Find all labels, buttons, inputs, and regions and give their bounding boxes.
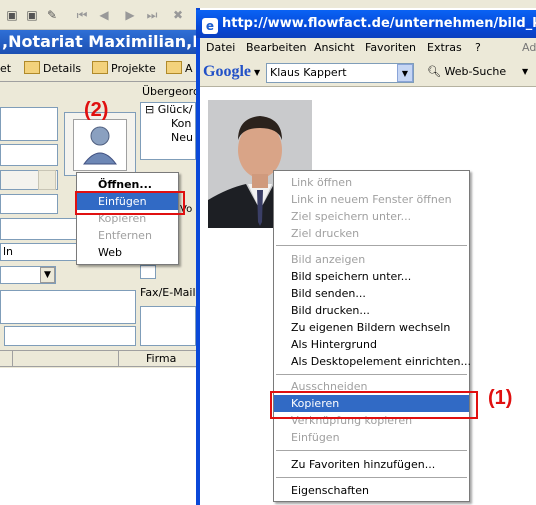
tree-view[interactable]: ⊟ Glück/ Kon Neu xyxy=(140,102,196,160)
menu-item-web[interactable]: Web xyxy=(77,244,178,261)
menu-item-entfernen[interactable]: Entfernen xyxy=(77,227,178,244)
menu-item-eigene-bilder[interactable]: Zu eigenen Bildern wechseln xyxy=(274,319,469,336)
folder-icon xyxy=(92,61,108,74)
menu-item-bild-senden[interactable]: Bild senden... xyxy=(274,285,469,302)
menu-ansicht[interactable]: Ansicht xyxy=(314,41,355,54)
menu-item-als-hintergrund[interactable]: Als Hintergrund xyxy=(274,336,469,353)
menu-datei[interactable]: Datei xyxy=(206,41,235,54)
google-logo[interactable]: Google xyxy=(203,63,251,81)
first-record-icon[interactable]: ⏮ xyxy=(74,7,90,23)
menu-item-ziel-drucken[interactable]: Ziel drucken xyxy=(274,225,469,242)
highlight-box-1 xyxy=(270,391,478,419)
image-context-menu: Link öffnen Link in neuem Fenster öffnen… xyxy=(273,170,471,502)
menu-item-einfuegen[interactable]: Einfügen xyxy=(274,429,469,446)
callout-2: (2) xyxy=(84,99,109,121)
small-field[interactable] xyxy=(140,265,156,279)
tree-item-kon[interactable]: Kon xyxy=(141,117,195,131)
tab-details[interactable]: Details xyxy=(24,60,81,78)
column-firma[interactable]: Firma xyxy=(146,352,176,365)
menu-item-favoriten[interactable]: Zu Favoriten hinzufügen... xyxy=(274,456,469,473)
menu-favoriten[interactable]: Favoriten xyxy=(365,41,416,54)
column-divider xyxy=(118,351,119,367)
web-search-button[interactable]: 🔍︎ Web-Suche xyxy=(427,65,506,78)
background-toolbar: ▣ ▣ ✎ ⏮ ◀ ▶ ⏭ ✖ xyxy=(0,0,200,30)
last-record-icon[interactable]: ⏭ xyxy=(144,7,160,23)
table-header: Firma xyxy=(0,350,200,367)
fax-field[interactable] xyxy=(140,306,196,346)
tab-projekte[interactable]: Projekte xyxy=(92,60,156,78)
spin-buttons[interactable] xyxy=(38,170,56,190)
google-search-input[interactable]: Klaus Kappert xyxy=(266,63,414,83)
menu-extras[interactable]: Extras xyxy=(427,41,462,54)
ie-menubar: Datei Bearbeiten Ansicht Favoriten Extra… xyxy=(200,38,536,60)
address-label: Ad xyxy=(522,41,536,54)
menu-item-ziel-speichern[interactable]: Ziel speichern unter... xyxy=(274,208,469,225)
delete-icon[interactable]: ✖ xyxy=(170,7,186,23)
ie-logo-icon: e xyxy=(202,18,218,34)
column-divider xyxy=(12,351,13,367)
menu-bearbeiten[interactable]: Bearbeiten xyxy=(246,41,306,54)
menu-separator xyxy=(276,450,467,451)
menu-item-desktopelement[interactable]: Als Desktopelement einrichten... xyxy=(274,353,471,370)
form-field-7[interactable] xyxy=(4,326,136,346)
next-record-icon[interactable]: ▶ xyxy=(122,7,138,23)
menu-separator xyxy=(276,374,467,375)
tree-header: Übergeord xyxy=(142,85,200,98)
background-tabbar: et Details Projekte A xyxy=(0,56,200,82)
ie-title-text: http://www.flowfact.de/unternehmen/bild_… xyxy=(222,16,536,31)
tab-a[interactable]: A xyxy=(166,60,193,78)
form-field-6[interactable] xyxy=(0,290,136,324)
ie-title-bar: e http://www.flowfact.de/unternehmen/bild… xyxy=(196,10,536,38)
toolbar-icon-1[interactable]: ▣ xyxy=(4,7,20,23)
menu-item-link-neues-fenster[interactable]: Link in neuem Fenster öffnen xyxy=(274,191,469,208)
binoculars-icon: 🔍︎ xyxy=(427,65,441,78)
dropdown-arrow-icon[interactable]: ▼ xyxy=(40,267,55,283)
form-field-4[interactable] xyxy=(0,194,58,214)
contact-avatar-icon xyxy=(73,119,127,171)
background-window-title: ,Notariat Maximilian,Ko xyxy=(0,30,200,54)
menu-separator xyxy=(276,245,467,246)
folder-icon xyxy=(166,61,182,74)
folder-icon xyxy=(24,61,40,74)
photo-context-menu: Öffnen... Einfügen Kopieren Entfernen We… xyxy=(76,172,179,265)
fax-label: Fax/E-Mail xyxy=(140,286,196,299)
search-dropdown-icon[interactable]: ▼ xyxy=(397,64,413,82)
menu-item-bild-speichern[interactable]: Bild speichern unter... xyxy=(274,268,469,285)
menu-help[interactable]: ? xyxy=(475,41,481,54)
menu-item-bild-drucken[interactable]: Bild drucken... xyxy=(274,302,469,319)
chevron-down-icon[interactable]: ▼ xyxy=(254,68,260,77)
google-toolbar: Google ▼ Klaus Kappert ▼ 🔍︎ Web-Suche ▼ xyxy=(200,60,536,87)
menu-separator xyxy=(276,477,467,478)
web-search-dropdown-icon[interactable]: ▼ xyxy=(522,67,528,76)
toolbar-icon-2[interactable]: ▣ xyxy=(24,7,40,23)
prev-record-icon[interactable]: ◀ xyxy=(96,7,112,23)
form-field-2[interactable] xyxy=(0,144,58,166)
tree-item-neu[interactable]: Neu xyxy=(141,131,195,145)
highlight-box-2 xyxy=(75,191,185,215)
menu-item-eigenschaften[interactable]: Eigenschaften xyxy=(274,482,469,499)
menu-item-bild-anzeigen[interactable]: Bild anzeigen xyxy=(274,251,469,268)
toolbar-icon-3[interactable]: ✎ xyxy=(44,7,60,23)
form-field-1[interactable] xyxy=(0,107,58,141)
callout-1: (1) xyxy=(488,387,513,409)
table-body[interactable] xyxy=(0,368,200,505)
menu-item-link-oeffnen[interactable]: Link öffnen xyxy=(274,174,469,191)
tree-item-root[interactable]: ⊟ Glück/ xyxy=(141,103,195,117)
tab-et[interactable]: et xyxy=(0,60,11,78)
